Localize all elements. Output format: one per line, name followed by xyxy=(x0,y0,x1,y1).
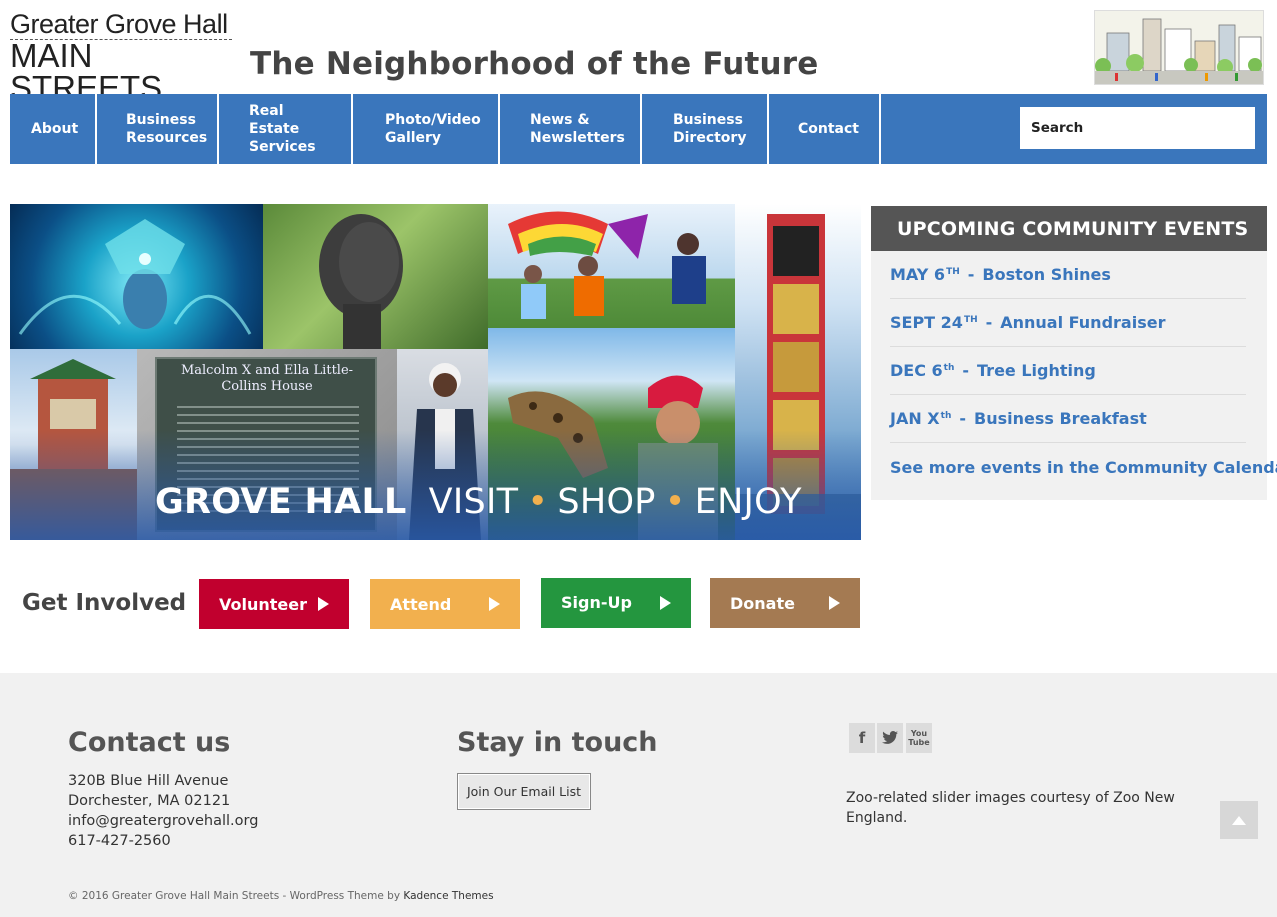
attend-button[interactable]: Attend xyxy=(370,579,520,629)
event-separator: - xyxy=(962,361,970,380)
play-arrow-icon xyxy=(318,597,329,611)
event-date: MAY 6 xyxy=(890,265,946,284)
nav-item-real-estate-services[interactable]: Real Estate Services xyxy=(219,94,353,164)
play-arrow-icon xyxy=(489,597,500,611)
nav-item-contact[interactable]: Contact xyxy=(769,94,881,164)
hero-caption: GROVE HALL VISIT • SHOP • ENJOY xyxy=(155,482,802,522)
event-name: Business Breakfast xyxy=(974,409,1147,428)
event-date-suffix: th xyxy=(943,362,955,373)
theme-credit-link[interactable]: Kadence Themes xyxy=(403,890,493,902)
event-item[interactable]: DEC 6th - Tree Lighting xyxy=(890,347,1246,395)
nav-label: Business Directory xyxy=(673,112,747,146)
image-credit: Zoo-related slider images courtesy of Zo… xyxy=(846,790,1175,826)
play-arrow-icon xyxy=(660,596,671,610)
hero-tile-carnival xyxy=(10,204,263,349)
volunteer-button[interactable]: Volunteer xyxy=(199,579,349,629)
event-separator: - xyxy=(959,409,966,428)
nav-item-business-directory[interactable]: Business Directory xyxy=(642,94,769,164)
nav-label: Real Estate Services xyxy=(249,103,316,155)
event-name: Boston Shines xyxy=(982,265,1111,284)
nav-label: Business Resources xyxy=(126,112,208,146)
address-line2: Dorchester, MA 02121 xyxy=(68,793,231,809)
copyright-label: © 2016 Greater Grove Hall Main Streets -… xyxy=(68,890,401,902)
event-name: Tree Lighting xyxy=(977,361,1096,380)
play-arrow-icon xyxy=(829,596,840,610)
twitter-icon[interactable] xyxy=(877,723,903,753)
event-date: DEC 6 xyxy=(890,361,943,380)
nav-label: Photo/Video Gallery xyxy=(385,112,481,146)
hero-caption-word: ENJOY xyxy=(694,482,802,522)
nav-label: Contact xyxy=(798,121,859,137)
event-name: Annual Fundraiser xyxy=(1000,313,1166,332)
facebook-icon[interactable]: f xyxy=(849,723,875,753)
button-label: Volunteer xyxy=(219,594,308,614)
events-calendar-link[interactable]: See more events in the Community Calenda… xyxy=(890,443,1277,491)
nav-item-business-resources[interactable]: Business Resources xyxy=(97,94,219,164)
event-date: SEPT 24 xyxy=(890,313,963,332)
event-date: JAN X xyxy=(890,409,940,428)
event-item[interactable]: SEPT 24 TH - Annual Fundraiser xyxy=(890,299,1246,347)
sign-up-button[interactable]: Sign-Up xyxy=(541,578,691,628)
event-date-suffix: TH xyxy=(963,314,978,325)
nav-item-photo-video-gallery[interactable]: Photo/Video Gallery xyxy=(353,94,500,164)
button-label: Sign-Up xyxy=(561,592,632,612)
caption-bullet: • xyxy=(527,482,549,522)
event-date-suffix: th xyxy=(940,410,952,421)
nav-label: About xyxy=(31,121,79,137)
chevron-up-icon xyxy=(1232,815,1246,825)
hero-tile-statue xyxy=(263,204,488,349)
stay-in-touch-heading: Stay in touch xyxy=(457,727,658,758)
nav-item-news-newsletters[interactable]: News & Newsletters xyxy=(500,94,642,164)
site-logo[interactable]: Greater Grove Hall MAIN STREETS xyxy=(10,9,235,116)
events-heading: UPCOMING COMMUNITY EVENTS xyxy=(871,206,1267,251)
site-footer: Contact us 320B Blue Hill Avenue Dorches… xyxy=(0,673,1277,917)
hero-caption-word: VISIT xyxy=(428,482,519,522)
event-date-suffix: TH xyxy=(946,266,960,277)
contact-heading: Contact us xyxy=(68,727,231,758)
hero-caption-word: SHOP xyxy=(557,482,656,522)
contact-email-link[interactable]: info@greatergrovehall.org xyxy=(68,813,258,829)
upcoming-events-widget: UPCOMING COMMUNITY EVENTS MAY 6 TH - Boston… xyxy=(871,206,1277,500)
header-illustration xyxy=(1094,10,1264,85)
event-item[interactable]: MAY 6 TH - Boston Shines xyxy=(890,251,1246,299)
event-separator: - xyxy=(985,313,993,332)
youtube-icon[interactable]: You Tube xyxy=(906,723,932,753)
scroll-to-top-button[interactable] xyxy=(1220,801,1258,839)
site-tagline: The Neighborhood of the Future xyxy=(250,46,819,82)
logo-line1: Greater Grove Hall xyxy=(10,9,228,39)
copyright-text: © 2016 Greater Grove Hall Main Streets -… xyxy=(68,890,494,902)
event-item[interactable]: JAN Xth - Business Breakfast xyxy=(890,395,1246,443)
get-involved-label: Get Involved xyxy=(22,590,187,616)
caption-bullet: • xyxy=(664,482,686,522)
main-navigation: About Business Resources Real Estate Ser… xyxy=(10,94,1267,164)
contact-phone: 617-427-2560 xyxy=(68,833,171,849)
button-label: Attend xyxy=(390,594,452,614)
button-label: Donate xyxy=(730,593,795,613)
address-line1: 320B Blue Hill Avenue xyxy=(68,773,229,789)
nav-item-about[interactable]: About xyxy=(10,94,97,164)
event-separator: - xyxy=(967,265,975,284)
hero-caption-place: GROVE HALL xyxy=(155,482,407,522)
donate-button[interactable]: Donate xyxy=(710,578,860,628)
hero-tile-kites xyxy=(488,204,735,328)
nav-label: News & Newsletters xyxy=(530,112,625,146)
hero-slider[interactable]: Malcolm X and Ella Little-Collins House xyxy=(10,204,861,540)
search-input[interactable] xyxy=(1020,107,1255,149)
join-email-list-button[interactable]: Join Our Email List xyxy=(457,773,591,810)
